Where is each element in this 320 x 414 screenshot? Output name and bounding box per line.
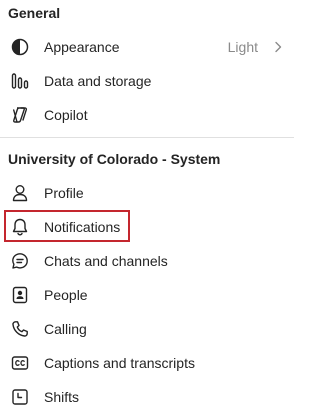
settings-item-captions-and-transcripts[interactable]: Captions and transcripts: [0, 346, 294, 380]
settings-item-label: Notifications: [44, 219, 121, 235]
section-header-organization: University of Colorado - System: [8, 151, 221, 167]
settings-item-data-and-storage[interactable]: Data and storage: [0, 64, 294, 98]
settings-item-label: Profile: [44, 185, 84, 201]
shifts-calendar-icon: [10, 387, 30, 407]
settings-item-notifications[interactable]: Notifications: [0, 210, 294, 244]
person-icon: [10, 183, 30, 203]
settings-item-label: Chats and channels: [44, 253, 168, 269]
settings-item-label: Appearance: [44, 39, 120, 55]
settings-item-label: Copilot: [44, 107, 88, 123]
settings-item-label: People: [44, 287, 88, 303]
settings-item-chats-and-channels[interactable]: Chats and channels: [0, 244, 294, 278]
settings-item-shifts[interactable]: Shifts: [0, 380, 294, 414]
half-circle-contrast-icon: [10, 37, 30, 57]
settings-item-label: Captions and transcripts: [44, 355, 195, 371]
contact-card-icon: [10, 285, 30, 305]
chat-icon: [10, 251, 30, 271]
settings-item-copilot[interactable]: Copilot: [0, 98, 294, 132]
settings-item-label: Data and storage: [44, 73, 152, 89]
phone-icon: [10, 319, 30, 339]
closed-captions-icon: [10, 353, 30, 373]
settings-item-calling[interactable]: Calling: [0, 312, 294, 346]
section-divider: [0, 137, 294, 138]
appearance-value: Light: [227, 39, 258, 55]
settings-item-people[interactable]: People: [0, 278, 294, 312]
data-bars-icon: [10, 71, 30, 91]
bell-icon: [10, 217, 30, 237]
settings-item-appearance[interactable]: Appearance Light: [0, 30, 294, 64]
settings-item-label: Shifts: [44, 389, 80, 405]
chevron-right-icon: [272, 41, 284, 53]
settings-item-label: Calling: [44, 321, 87, 337]
section-header-general: General: [8, 5, 61, 21]
settings-item-profile[interactable]: Profile: [0, 176, 294, 210]
copilot-icon: [10, 105, 30, 125]
